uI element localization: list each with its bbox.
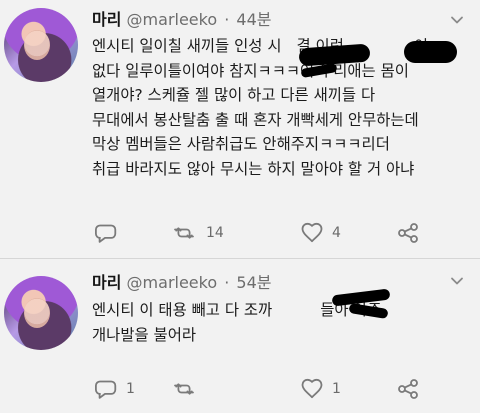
tweet-text-line: 막상 멤버들은 사람취급도 안해주지ㅋㅋㅋ리더 — [92, 135, 390, 153]
like-count: 1 — [332, 381, 341, 397]
tweet-header: 마리 @marleeko · 54분 — [92, 273, 272, 293]
timestamp[interactable]: 44분 — [236, 10, 271, 29]
tweet-feed: 마리 @marleeko · 44분 엔시티 일이칠 새끼들 인성 시결 이런이… — [0, 0, 480, 413]
chevron-down-icon[interactable] — [450, 13, 464, 27]
like-button[interactable]: 1 — [300, 375, 341, 403]
reply-icon — [95, 224, 117, 243]
tweet-text-segment: 엔시티 이 태용 빼고 다 조까 — [92, 301, 273, 319]
redaction-mark — [404, 41, 457, 63]
tweet-text-segment: 엔시티 일이칠 새끼들 인성 시 — [92, 37, 282, 55]
reply-button[interactable]: 1 — [94, 375, 135, 403]
heart-icon — [301, 222, 323, 243]
timestamp[interactable]: 54분 — [236, 273, 271, 292]
share-button[interactable] — [396, 375, 420, 403]
reply-icon — [95, 380, 117, 399]
reply-count: 1 — [126, 381, 135, 397]
user-handle[interactable]: @marleeko — [127, 273, 218, 292]
retweet-icon — [174, 227, 194, 239]
tweet-actions: 14 4 — [90, 219, 430, 247]
tweet-text-line: 개나발을 불어라 — [92, 325, 197, 344]
tweet-card[interactable]: 마리 @marleeko · 54분 엔시티 이 태용 빼고 다 조까들아 아주… — [0, 262, 480, 413]
avatar[interactable] — [4, 8, 78, 82]
tweet-divider — [0, 258, 480, 259]
display-name[interactable]: 마리 — [92, 10, 121, 29]
heart-icon — [301, 378, 323, 399]
retweet-icon — [174, 383, 194, 395]
share-button[interactable] — [396, 219, 420, 247]
chevron-down-icon[interactable] — [450, 274, 464, 288]
share-icon — [398, 379, 418, 399]
meta-separator: · — [224, 273, 230, 292]
tweet-text: 엔시티 이 태용 빼고 다 조까들아 아주 개나발을 불어라 — [92, 298, 468, 347]
user-handle[interactable]: @marleeko — [127, 10, 218, 29]
reply-button[interactable] — [94, 219, 126, 247]
tweet-header: 마리 @marleeko · 44분 — [92, 10, 272, 30]
tweet-text-line: 무대에서 봉산탈춤 출 때 혼자 개빡세게 안무하는데 — [92, 110, 419, 129]
like-count: 4 — [332, 225, 341, 241]
tweet-text-line: 취급 바라지도 않아 무시는 하지 말아야 할 거 아냐 — [92, 159, 415, 178]
tweet-text-line: 엔시티 이 태용 빼고 다 조까들아 아주 — [92, 298, 468, 323]
tweet-card[interactable]: 마리 @marleeko · 44분 엔시티 일이칠 새끼들 인성 시결 이런이… — [0, 0, 480, 256]
share-icon — [398, 223, 418, 243]
retweet-count: 14 — [206, 225, 224, 241]
tweet-text-line: 열개야? 스케쥴 젤 많이 하고 다른 새끼들 다 — [92, 86, 376, 104]
retweet-button[interactable] — [170, 375, 206, 403]
tweet-actions: 1 1 — [90, 375, 430, 403]
retweet-button[interactable]: 14 — [170, 219, 224, 247]
meta-separator: · — [224, 10, 230, 29]
like-button[interactable]: 4 — [300, 219, 341, 247]
avatar[interactable] — [4, 276, 78, 350]
display-name[interactable]: 마리 — [92, 273, 121, 292]
